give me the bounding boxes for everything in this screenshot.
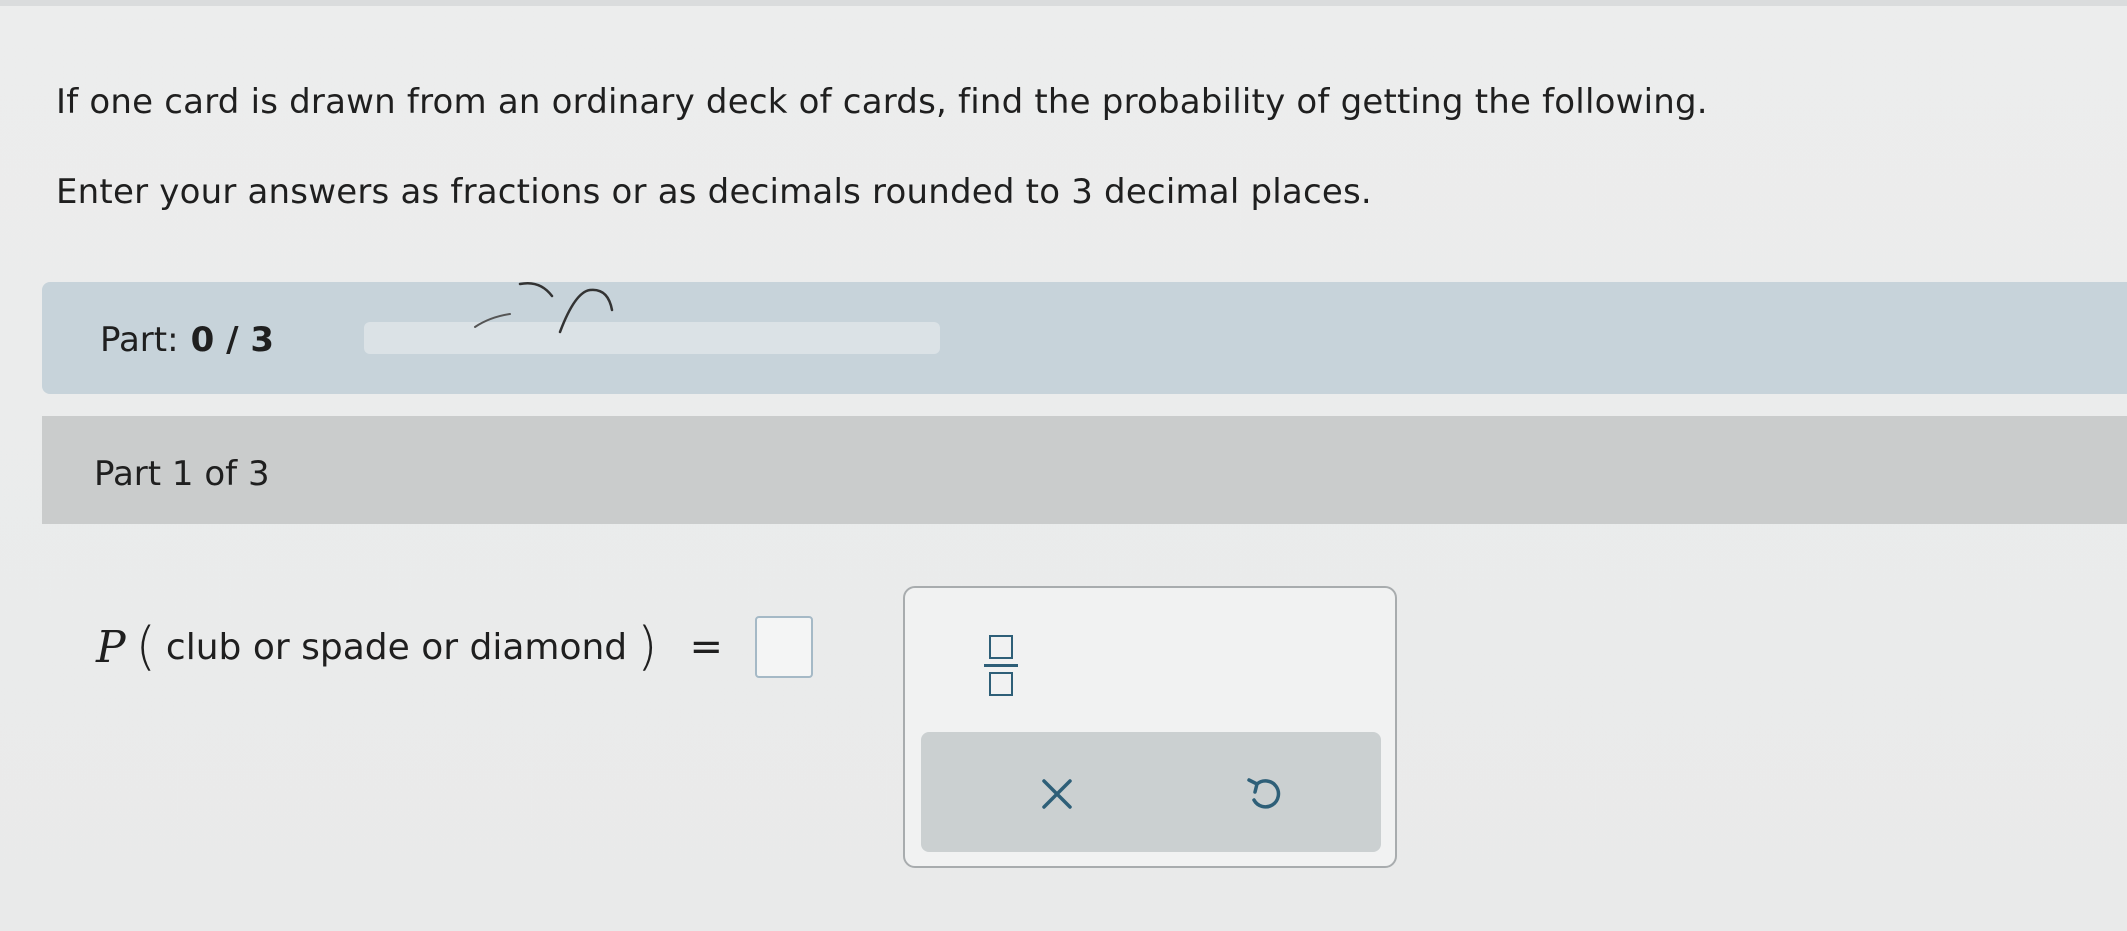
progress-label-text: Part: — [100, 320, 179, 360]
progress-panel: Part: 0 / 3 — [42, 282, 2127, 394]
close-paren: ) — [637, 617, 658, 677]
close-x-icon — [1042, 779, 1072, 809]
progress-track — [364, 322, 940, 354]
probability-symbol: P — [96, 621, 126, 673]
event-text: club or spade or diamond — [165, 626, 628, 668]
progress-value: 0 / 3 — [190, 320, 274, 360]
open-paren: ( — [135, 617, 156, 677]
progress-label: Part: 0 / 3 — [100, 320, 274, 360]
math-keypad — [903, 586, 1397, 868]
pen-mark — [474, 282, 614, 334]
answer-input[interactable] — [754, 616, 813, 678]
part-header: Part 1 of 3 — [42, 416, 2127, 524]
top-divider — [0, 0, 2127, 6]
probability-expression: P ( club or spade or diamond ) = — [96, 616, 813, 678]
part-title: Part 1 of 3 — [94, 454, 270, 494]
undo-button[interactable] — [1225, 762, 1305, 826]
undo-arrow-icon — [1247, 778, 1281, 809]
equals-sign: = — [689, 624, 723, 670]
question-text: If one card is drawn from an ordinary de… — [56, 82, 1708, 122]
part-body: P ( club or spade or diamond ) = — [0, 524, 2127, 931]
fraction-template-icon — [984, 634, 1018, 696]
keypad-action-bar — [921, 732, 1381, 852]
instruction-text: Enter your answers as fractions or as de… — [56, 172, 1372, 212]
clear-button[interactable] — [1017, 762, 1097, 826]
fraction-button[interactable] — [965, 620, 1037, 710]
